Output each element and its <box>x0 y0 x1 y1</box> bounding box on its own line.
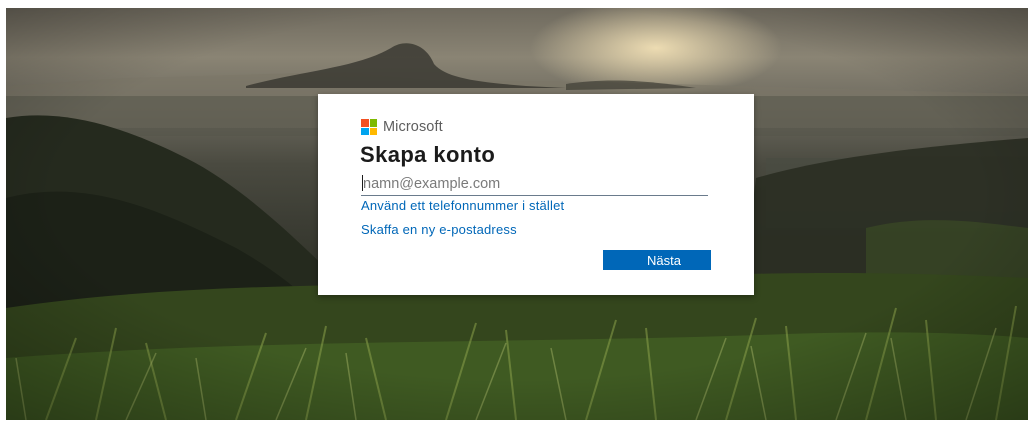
brand-name: Microsoft <box>383 119 443 135</box>
logo-square-yellow <box>369 127 377 135</box>
use-phone-link[interactable]: Använd ett telefonnummer i stället <box>361 198 564 213</box>
text-caret <box>362 175 363 191</box>
new-email-link[interactable]: Skaffa en ny e-postadress <box>361 222 517 237</box>
page-title: Skapa konto <box>360 142 496 167</box>
logo-square-blue <box>361 127 369 135</box>
create-account-dialog: Microsoft Skapa konto Använd ett telefon… <box>318 94 754 295</box>
logo-square-green <box>369 119 377 127</box>
brand: Microsoft <box>361 119 443 135</box>
email-input[interactable] <box>361 172 708 196</box>
next-button[interactable]: Nästa <box>603 250 711 270</box>
microsoft-logo-icon <box>361 119 377 135</box>
logo-square-red <box>361 119 369 127</box>
